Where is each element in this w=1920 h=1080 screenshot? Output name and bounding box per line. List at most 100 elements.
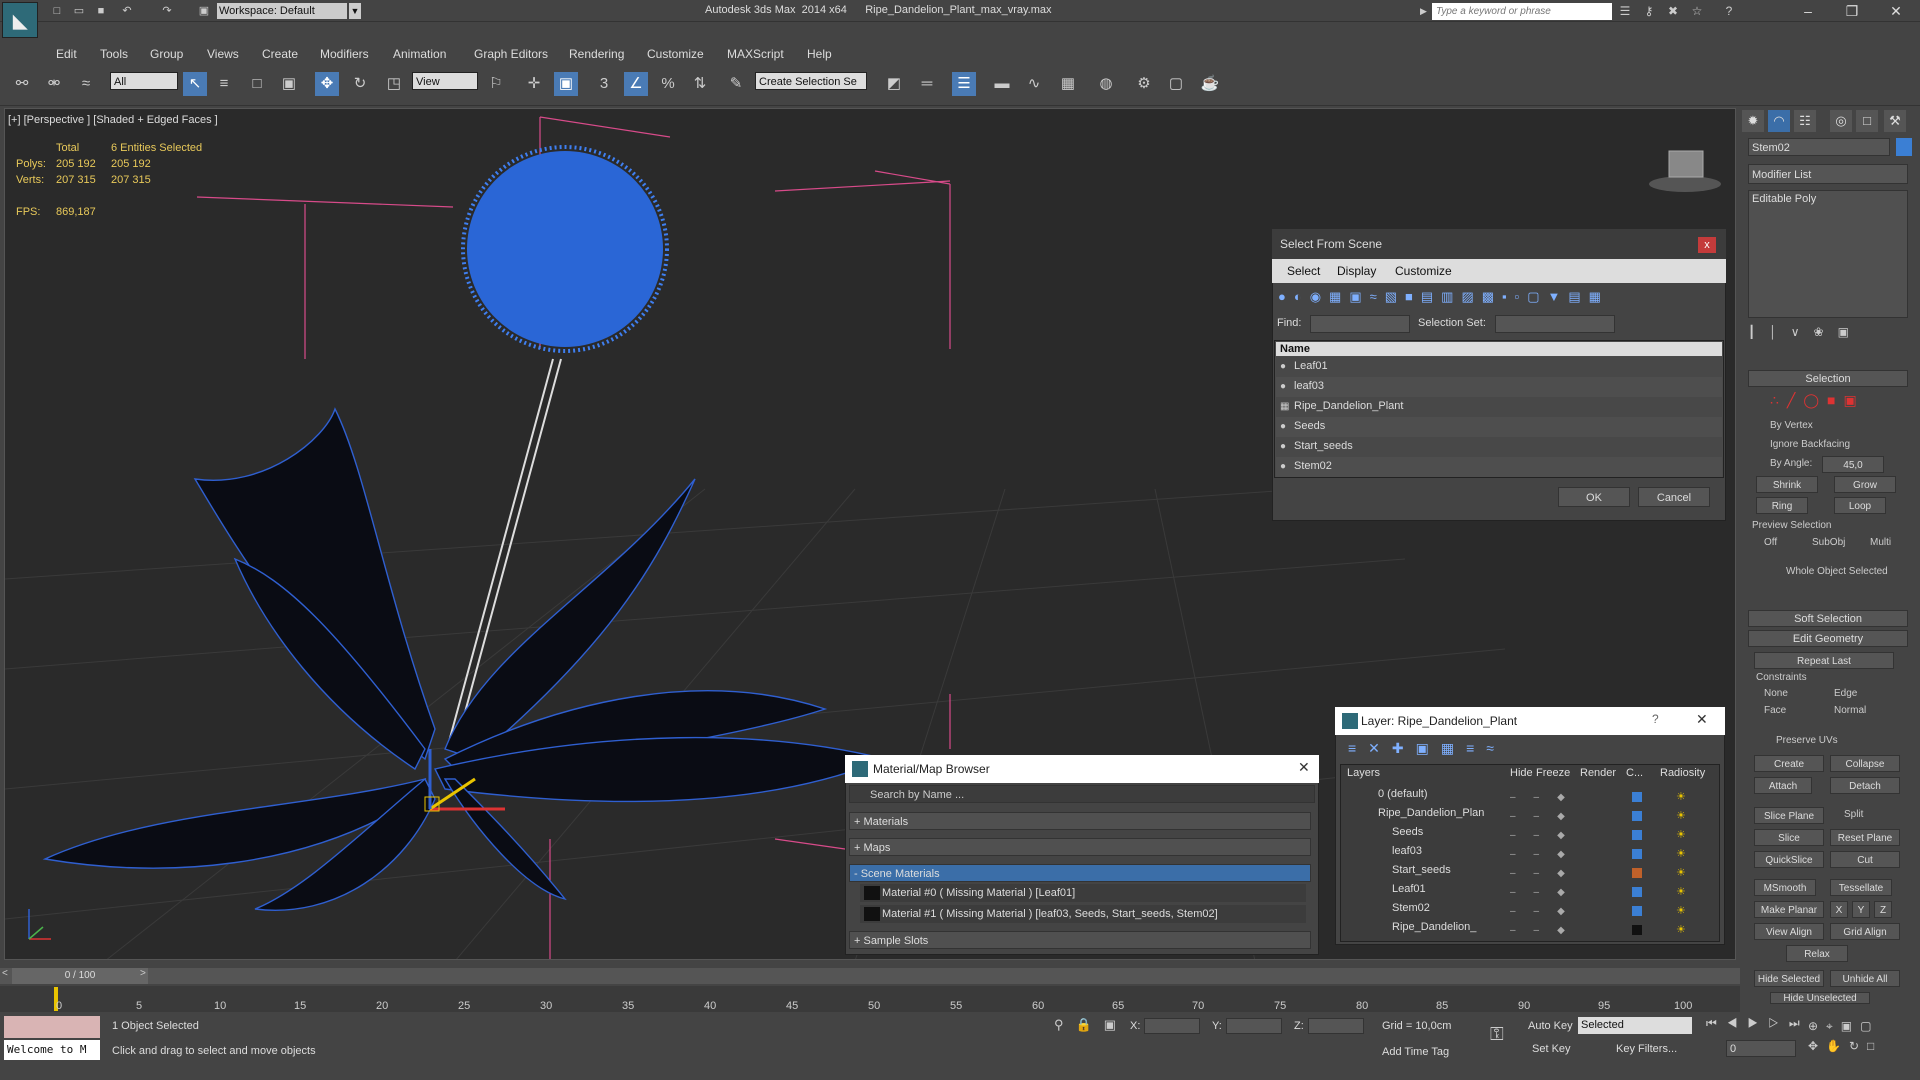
create-button[interactable]: Create [1754, 755, 1824, 772]
layer-row-ripe-dandelion-plant[interactable]: Ripe_Dandelion_Plan [1378, 807, 1484, 819]
repeat-last-button[interactable]: Repeat Last [1754, 652, 1894, 669]
sfs-find-input[interactable] [1310, 315, 1410, 333]
selection-filter-dropdown[interactable]: All [110, 72, 178, 90]
maps-group[interactable]: + Maps [849, 838, 1311, 856]
layer-col-radiosity[interactable]: Radiosity [1660, 767, 1705, 779]
planar-z-button[interactable]: Z [1874, 901, 1892, 918]
lock-selection-icon[interactable]: ⚲🔒▣ [1054, 1017, 1128, 1033]
move-icon[interactable]: ✥ [315, 72, 339, 96]
viewcube[interactable] [1649, 150, 1721, 192]
menu-edit[interactable]: Edit [56, 47, 77, 61]
bind-spacewarp-icon[interactable]: ≈ [74, 72, 98, 96]
angle-snap-icon[interactable]: ∠ [624, 72, 648, 96]
radiosity-icon[interactable]: ☀ ☀ ☀ ☀ ☀ ☀ ☀ ☀ [1676, 788, 1690, 938]
by-angle-checkbox[interactable]: By Angle: [1770, 458, 1812, 469]
display-tab-icon[interactable]: □ [1856, 110, 1878, 132]
layer-row-leaf01[interactable]: Leaf01 [1392, 883, 1426, 895]
viewport-label[interactable]: [+] [Perspective ] [Shaded + Edged Faces… [8, 114, 218, 126]
sfs-menu-display[interactable]: Display [1337, 264, 1376, 278]
x-coord-field[interactable] [1144, 1018, 1200, 1034]
dandelion-seedhead[interactable] [467, 151, 663, 347]
key-icon[interactable]: ⚷ [1640, 3, 1658, 19]
keyboard-shortcut-icon[interactable]: ▣ [554, 72, 578, 96]
layer-col-layers[interactable]: Layers [1347, 767, 1380, 779]
layer-toolbar-icons[interactable]: ≡✕✚▣▦≡≈ [1348, 740, 1548, 758]
add-time-tag[interactable]: Add Time Tag [1382, 1046, 1449, 1058]
snaps-toggle-icon[interactable]: 3 [592, 72, 616, 96]
graphite-ribbon-icon[interactable]: ▬ [990, 72, 1014, 96]
z-coord-field[interactable] [1308, 1018, 1364, 1034]
sfs-item-leaf01[interactable]: Leaf01 [1294, 360, 1328, 372]
sfs-filter-icons[interactable]: ●◐◉▦▣≈▧■▤▥▨▩▪▫▢▼▤▦ [1278, 289, 1698, 307]
grow-button[interactable]: Grow [1834, 476, 1896, 493]
exchange-icon[interactable]: ✖ [1664, 3, 1682, 19]
angle-spinner[interactable]: 45,0 [1822, 456, 1884, 473]
key-mode-dropdown[interactable]: Selected [1578, 1017, 1692, 1034]
ring-button[interactable]: Ring [1756, 497, 1808, 514]
restore-icon[interactable]: ❐ [1830, 0, 1874, 22]
new-file-icon[interactable]: □ [48, 3, 66, 19]
mirror-icon[interactable]: ◩ [882, 72, 906, 96]
viewport-navigation-icons[interactable]: ⊕⌖▣▢ ✥✋↻□ [1808, 1016, 1918, 1060]
render-setup-icon[interactable]: ⚙ [1132, 72, 1156, 96]
stack-item-editable-poly[interactable]: Editable Poly [1752, 193, 1816, 205]
rendered-frame-icon[interactable]: ▢ [1164, 72, 1188, 96]
y-coord-field[interactable] [1226, 1018, 1282, 1034]
pivot-center-icon[interactable]: ⚐ [484, 72, 508, 96]
project-folder-icon[interactable]: ▣ [195, 3, 213, 19]
selection-rollout-header[interactable]: Selection [1748, 370, 1908, 387]
workspace-dropdown[interactable]: Workspace: Default [217, 3, 347, 19]
object-color-swatch[interactable] [1896, 138, 1912, 156]
reset-plane-button[interactable]: Reset Plane [1830, 829, 1900, 846]
layer-color-swatch[interactable] [1632, 887, 1642, 897]
spinner-snap-icon[interactable]: ⇅ [688, 72, 712, 96]
sfs-close-icon[interactable]: x [1698, 237, 1716, 253]
hide-selected-button[interactable]: Hide Selected [1754, 970, 1824, 987]
layer-color-swatch[interactable] [1632, 830, 1642, 840]
menu-create[interactable]: Create [262, 47, 298, 61]
list-item[interactable] [1276, 417, 1722, 437]
maxscript-output[interactable]: Welcome to M [4, 1040, 100, 1060]
detach-button[interactable]: Detach [1830, 777, 1900, 794]
sfs-item-leaf03[interactable]: leaf03 [1294, 380, 1324, 392]
collapse-button[interactable]: Collapse [1830, 755, 1900, 772]
layer-row-ripe-dandelion-obj[interactable]: Ripe_Dandelion_ [1392, 921, 1476, 933]
motion-tab-icon[interactable]: ◎ [1830, 110, 1852, 132]
hierarchy-tab-icon[interactable]: ☷ [1794, 110, 1816, 132]
rectangular-selection-icon[interactable]: □ [245, 72, 269, 96]
list-item[interactable] [1276, 377, 1722, 397]
attach-button[interactable]: Attach [1754, 777, 1812, 794]
unlink-icon[interactable]: ⚮ [42, 72, 66, 96]
named-selection-dropdown[interactable]: Create Selection Se [755, 72, 867, 90]
star-icon[interactable]: ☆ [1688, 3, 1706, 19]
subobject-level-icons[interactable]: ∴╱◯■▣ [1770, 392, 1865, 409]
hide-unselected-button[interactable]: Hide Unselected [1770, 992, 1870, 1004]
material-browser-title[interactable]: Material/Map Browser [845, 755, 1319, 783]
modify-tab-icon[interactable]: ◠ [1768, 110, 1790, 132]
sfs-item-seeds[interactable]: Seeds [1294, 420, 1325, 432]
reference-coordinate-dropdown[interactable]: View [412, 72, 478, 90]
window-crossing-icon[interactable]: ▣ [277, 72, 301, 96]
slice-button[interactable]: Slice [1754, 829, 1824, 846]
quickslice-button[interactable]: QuickSlice [1754, 851, 1824, 868]
constraint-normal-radio[interactable]: Normal [1834, 705, 1866, 716]
by-vertex-checkbox[interactable]: By Vertex [1770, 420, 1813, 431]
split-checkbox[interactable]: Split [1844, 809, 1863, 820]
soft-selection-rollout-header[interactable]: Soft Selection [1748, 610, 1908, 627]
current-frame-field[interactable]: 0 [1726, 1040, 1796, 1057]
time-slider-track[interactable] [0, 968, 1740, 984]
material-row-1[interactable]: Material #1 ( Missing Material ) [leaf03… [860, 905, 1306, 923]
relax-button[interactable]: Relax [1786, 945, 1848, 962]
layer-color-swatch[interactable] [1632, 849, 1642, 859]
select-by-name-icon[interactable]: ≡ [212, 72, 236, 96]
preserve-uvs-checkbox[interactable]: Preserve UVs [1776, 735, 1838, 746]
time-slider[interactable]: 0 / 100 [12, 968, 148, 984]
ok-button[interactable]: OK [1558, 487, 1630, 507]
layer-row-stem02[interactable]: Stem02 [1392, 902, 1430, 914]
menu-views[interactable]: Views [207, 47, 239, 61]
schematic-view-icon[interactable]: ▦ [1056, 72, 1080, 96]
layer-manager-icon[interactable]: ☰ [952, 72, 976, 96]
sfs-menu-customize[interactable]: Customize [1395, 264, 1452, 278]
open-file-icon[interactable]: ▭ [70, 3, 88, 19]
layer-color-swatch[interactable] [1632, 811, 1642, 821]
